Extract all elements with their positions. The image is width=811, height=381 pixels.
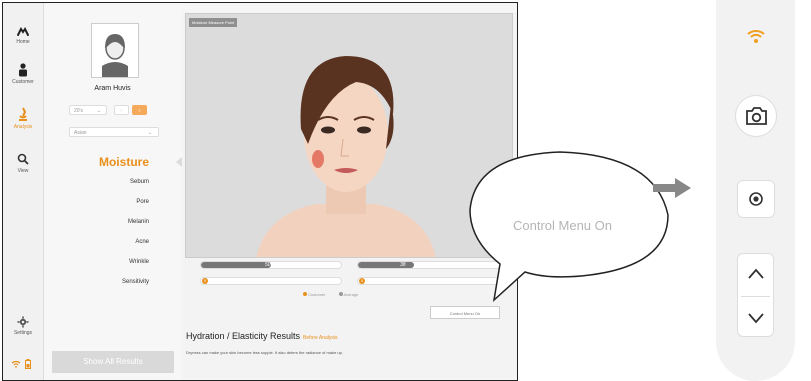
record-icon xyxy=(749,192,763,206)
chevron-up-icon[interactable] xyxy=(746,266,766,282)
callout-text: Control Menu On xyxy=(513,218,612,233)
record-button[interactable] xyxy=(737,180,775,218)
wifi-icon xyxy=(747,30,765,43)
chevron-down-icon[interactable] xyxy=(746,310,766,326)
arrow-right-icon xyxy=(653,178,691,198)
camera-icon xyxy=(746,107,767,125)
control-panel xyxy=(716,0,795,381)
separator xyxy=(741,296,770,297)
camera-button[interactable] xyxy=(735,95,777,137)
up-down-control xyxy=(737,253,774,337)
